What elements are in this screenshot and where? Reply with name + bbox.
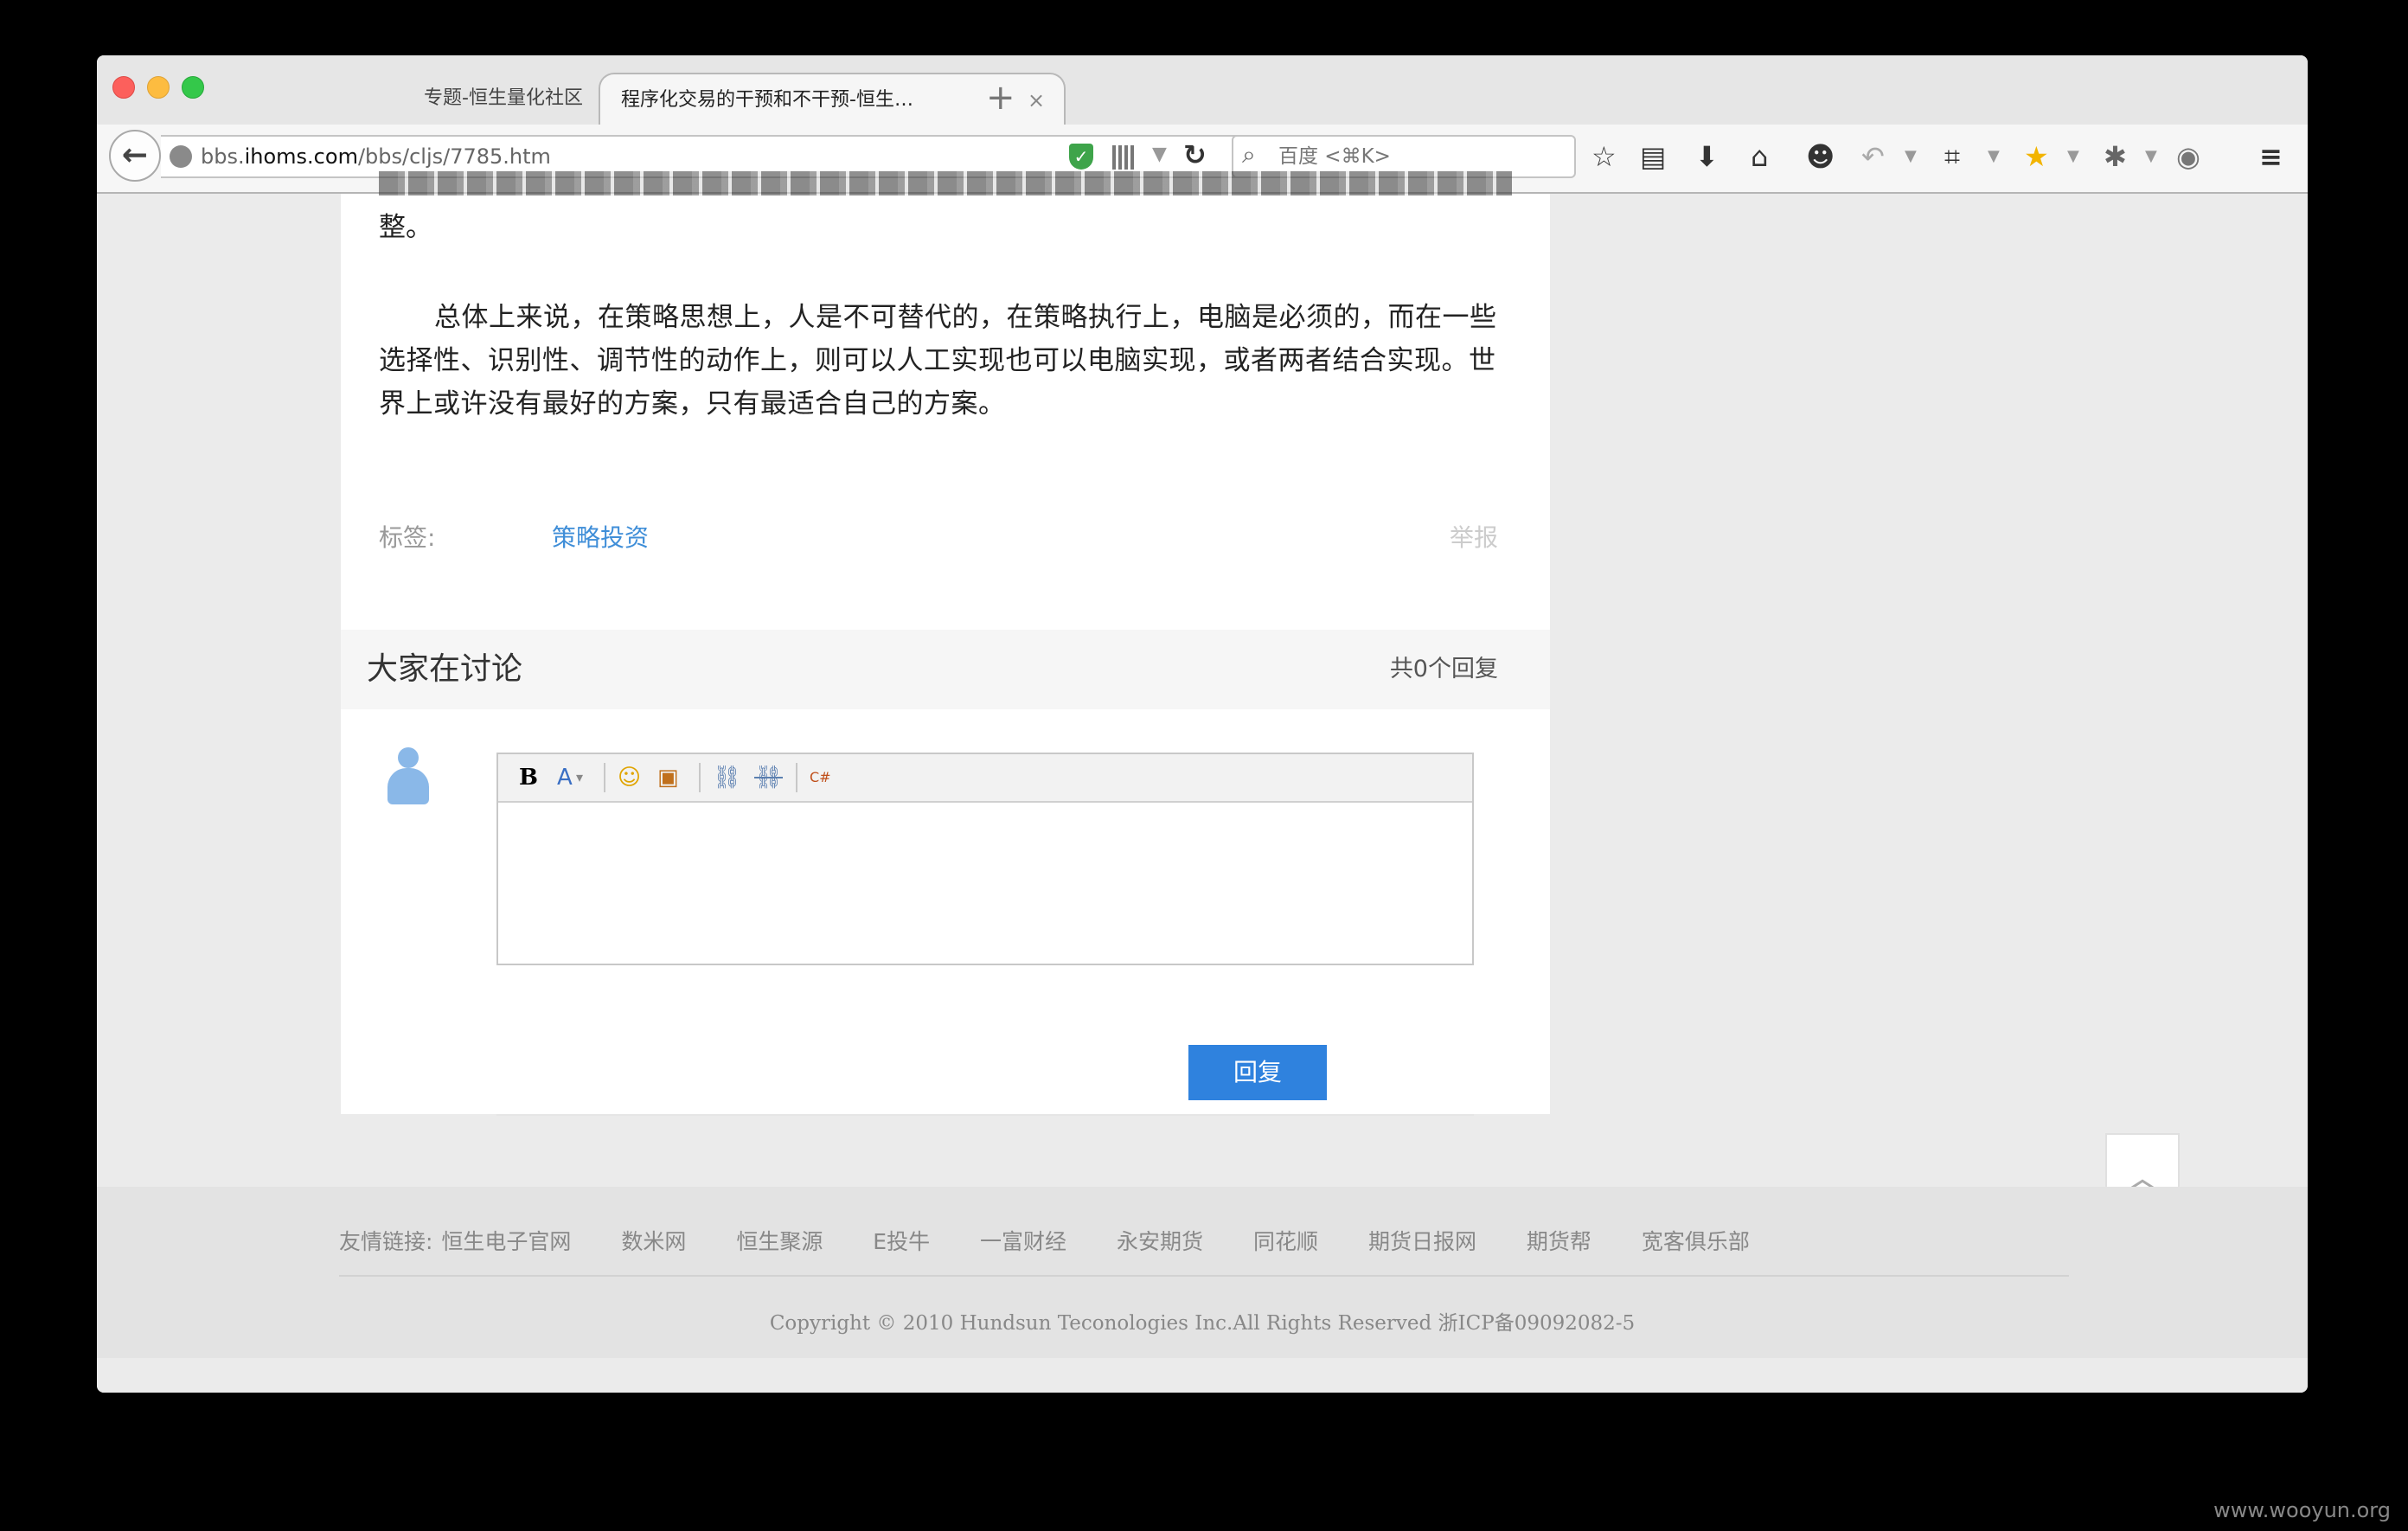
footer-link[interactable]: 恒生聚源 [736, 1229, 823, 1254]
url-prefix: bbs. [201, 144, 245, 169]
profile-icon[interactable]: ◉ [2176, 137, 2200, 176]
editor-toolbar: B A ▾ ☺ ▣ ⛓ ⛓ C# [498, 754, 1472, 803]
divider [496, 1114, 1474, 1116]
menu-icon[interactable]: ≡ [2259, 137, 2283, 176]
dropdown-arrow-icon[interactable]: ▼ [1152, 144, 1167, 165]
footer-link[interactable]: E投牛 [873, 1229, 930, 1254]
reading-list-icon[interactable]: ▤ [1640, 137, 1666, 176]
bug-icon[interactable]: ✱ [2104, 137, 2127, 176]
dropdown-arrow-icon[interactable]: ▼ [1905, 137, 1917, 176]
reply-count: 共0个回复 [1389, 656, 1498, 682]
footer-link[interactable]: 恒生电子官网 [441, 1229, 571, 1254]
undo-icon[interactable]: ↶ [1861, 137, 1885, 176]
home-icon[interactable]: ⌂ [1751, 137, 1768, 176]
emoji-icon[interactable]: ☺ [618, 761, 641, 794]
discussion-header: 大家在讨论 共0个回复 [341, 630, 1550, 709]
back-button[interactable]: ← [109, 130, 161, 182]
qr-code-icon[interactable] [1112, 145, 1137, 170]
unlink-icon[interactable]: ⛓ [754, 761, 783, 794]
footer-link[interactable]: 一富财经 [980, 1229, 1066, 1254]
close-window-button[interactable] [112, 76, 135, 99]
article-fragment: 整。 [379, 212, 432, 243]
footer: 友情链接: 恒生电子官网 数米网 恒生聚源 E投牛 一富财经 永安期货 同花顺 … [97, 1187, 2308, 1358]
close-icon[interactable]: × [1028, 74, 1045, 126]
download-icon[interactable]: ⬇ [1695, 137, 1719, 176]
url-path: /bbs/cljs/7785.htm [357, 144, 551, 169]
discussion-title: 大家在讨论 [367, 651, 523, 687]
crop-icon[interactable]: ⌗ [1944, 137, 1960, 176]
star-extension-icon[interactable]: ★ [2024, 137, 2049, 176]
avatar [384, 747, 432, 804]
dropdown-arrow-icon[interactable]: ▾ [576, 761, 583, 794]
url-domain: ihoms.com [244, 144, 358, 169]
globe-icon [170, 145, 192, 168]
code-icon[interactable]: C# [810, 761, 831, 794]
reload-icon[interactable]: ↻ [1183, 138, 1207, 171]
footer-link[interactable]: 期货帮 [1527, 1229, 1591, 1254]
tab-bar: 专题-恒生量化社区 × 程序化交易的干预和不干预-恒生… × + [97, 55, 2308, 125]
page-content: 整。 总体上来说，在策略思想上，人是不可替代的，在策略执行上，电脑是必须的，而在… [97, 171, 2308, 1393]
browser-window: 专题-恒生量化社区 × 程序化交易的干预和不干预-恒生… × + bbs.iho… [97, 55, 2308, 1393]
tag-link[interactable]: 策略投资 [552, 519, 649, 554]
tags-label: 标签: [379, 523, 436, 552]
article-body: 整。 总体上来说，在策略思想上，人是不可替代的，在策略执行上，电脑是必须的，而在… [341, 171, 1550, 1116]
chat-icon[interactable]: ☻ [1806, 137, 1835, 176]
watermark: www.wooyun.org [2213, 1498, 2391, 1522]
shield-icon[interactable]: ✓ [1069, 144, 1093, 170]
dropdown-arrow-icon[interactable]: ▼ [2145, 137, 2157, 176]
bold-icon[interactable]: B [519, 761, 538, 794]
footer-link[interactable]: 同花顺 [1253, 1229, 1318, 1254]
image-icon[interactable]: ▣ [657, 761, 679, 794]
friend-links: 友情链接: 恒生电子官网 数米网 恒生聚源 E投牛 一富财经 永安期货 同花顺 … [339, 1225, 1793, 1256]
article-paragraph: 总体上来说，在策略思想上，人是不可替代的，在策略执行上，电脑是必须的，而在一些选… [379, 302, 1497, 420]
toolbar-divider [604, 763, 605, 792]
dropdown-arrow-icon[interactable]: ▼ [1988, 137, 2000, 176]
links-label: 友情链接: [339, 1229, 433, 1254]
link-icon[interactable]: ⛓ [713, 761, 741, 794]
new-tab-button[interactable]: + [986, 76, 1015, 119]
footer-link[interactable]: 宽客俱乐部 [1642, 1229, 1750, 1254]
clipped-text-line [379, 171, 1512, 195]
footer-link[interactable]: 期货日报网 [1368, 1229, 1476, 1254]
toolbar-divider [699, 763, 701, 792]
reply-button[interactable]: 回复 [1188, 1045, 1327, 1100]
report-link[interactable]: 举报 [1450, 519, 1498, 554]
tab-label: 专题-恒生量化社区 [424, 87, 583, 109]
toolbar-divider [796, 763, 797, 792]
tab-label: 程序化交易的干预和不干预-恒生… [621, 89, 913, 111]
font-color-icon[interactable]: A [557, 761, 573, 794]
bookmark-star-icon[interactable]: ☆ [1591, 137, 1617, 176]
copyright: Copyright © 2010 Hundsun Teconologies In… [769, 1312, 1636, 1335]
dropdown-arrow-icon[interactable]: ▼ [2067, 137, 2079, 176]
zoom-window-button[interactable] [182, 76, 204, 99]
footer-link[interactable]: 数米网 [621, 1229, 686, 1254]
search-icon: ⌕ [1242, 140, 1256, 169]
minimize-window-button[interactable] [147, 76, 170, 99]
divider [339, 1275, 2069, 1277]
reply-editor[interactable]: B A ▾ ☺ ▣ ⛓ ⛓ C# [496, 753, 1474, 965]
footer-link[interactable]: 永安期货 [1117, 1229, 1203, 1254]
